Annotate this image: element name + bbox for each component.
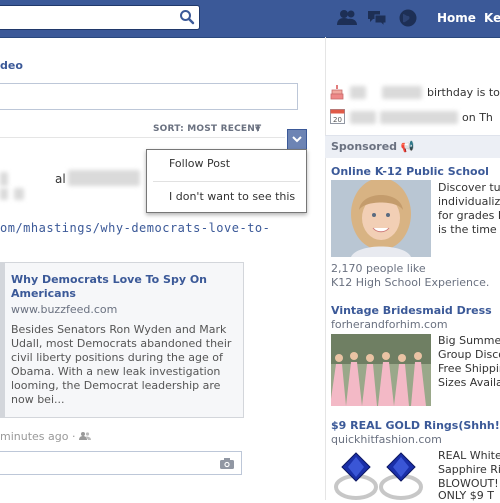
menu-item-follow-post[interactable]: Follow Post xyxy=(147,153,306,175)
blurred-text xyxy=(0,172,8,186)
ad-body-line: Sapphire Rin xyxy=(438,463,500,476)
status-composer-input[interactable] xyxy=(0,83,298,110)
ad-title[interactable]: $9 REAL GOLD Rings(Shhh!) xyxy=(331,419,500,432)
ad-body-line: Group Disco xyxy=(438,348,500,361)
ad-image-girl[interactable] xyxy=(331,180,431,257)
calendar-icon: 20 xyxy=(330,109,345,124)
menu-item-hide-story[interactable]: I don't want to see this xyxy=(147,186,306,208)
sponsored-label: Sponsored 📢 xyxy=(331,140,415,153)
megaphone-icon: 📢 xyxy=(400,140,415,153)
post-options-menu: Follow Post I don't want to see this xyxy=(146,149,307,213)
search-icon[interactable] xyxy=(179,9,195,25)
blurred-name xyxy=(350,86,366,99)
comment-input[interactable] xyxy=(0,451,242,475)
divider xyxy=(0,137,285,138)
ad-body-line: for grades K xyxy=(438,209,500,222)
composer-tab-video[interactable]: deo xyxy=(0,59,23,72)
sort-dropdown[interactable]: SORT: MOST RECENT xyxy=(153,124,261,134)
friends-audience-icon[interactable] xyxy=(78,431,91,441)
ad-title[interactable]: Vintage Bridesmaid Dress xyxy=(331,304,492,317)
birthday-cake-icon xyxy=(330,85,344,100)
post-timestamp[interactable]: minutes ago · xyxy=(0,430,91,443)
link-share-card[interactable]: Why Democrats Love To Spy On Americans w… xyxy=(0,262,244,418)
caret-down-icon[interactable]: ▼ xyxy=(255,125,260,133)
ad-image-rings[interactable] xyxy=(331,449,431,500)
ad-domain[interactable]: quickhitfashion.com xyxy=(331,433,442,446)
svg-text:20: 20 xyxy=(333,116,342,124)
ad-likes-line: K12 High School Experience. xyxy=(331,276,490,289)
ad-body-line: Discover tui xyxy=(438,181,500,194)
messages-icon[interactable] xyxy=(366,8,388,28)
ad-body-line: Big Summer xyxy=(438,334,500,347)
menu-separator xyxy=(153,181,300,182)
nav-profile-link[interactable]: Ke xyxy=(484,11,500,25)
blurred-name xyxy=(382,86,422,99)
ad-body-line: Free Shippin xyxy=(438,362,500,375)
blurred-text xyxy=(14,188,24,200)
ad-body-line: REAL White xyxy=(438,449,500,462)
blurred-name xyxy=(350,111,376,124)
card-edge xyxy=(1,263,5,417)
ad-likes-line: 2,170 people like xyxy=(331,262,426,275)
blurred-author-name xyxy=(68,170,140,186)
ad-body-line: is the time t xyxy=(438,223,500,236)
ad-domain[interactable]: forherandforhim.com xyxy=(331,318,448,331)
ad-body-line: individualiz xyxy=(438,195,500,208)
search-input[interactable] xyxy=(0,6,180,29)
post-options-button[interactable] xyxy=(287,129,307,150)
chevron-down-icon xyxy=(292,136,302,143)
nav-home-link[interactable]: Home xyxy=(437,11,476,25)
share-title[interactable]: Why Democrats Love To Spy On Americans xyxy=(11,273,239,301)
ad-body-line: ONLY $9 T xyxy=(438,489,494,502)
search-box[interactable] xyxy=(0,5,200,30)
notifications-globe-icon[interactable] xyxy=(397,8,419,28)
ad-image-bridesmaids[interactable] xyxy=(331,334,431,406)
camera-icon[interactable] xyxy=(219,457,235,470)
post-link[interactable]: om/mhastings/why-democrats-love-to- xyxy=(0,221,270,235)
share-description: Besides Senators Ron Wyden and Mark Udal… xyxy=(11,323,232,406)
share-domain: www.buzzfeed.com xyxy=(11,303,118,316)
blurred-event xyxy=(380,111,458,124)
event-reminder-text[interactable]: on Th xyxy=(462,111,493,124)
ad-title[interactable]: Online K-12 Public School xyxy=(331,165,489,178)
friend-requests-icon[interactable] xyxy=(336,8,358,28)
blurred-text xyxy=(0,188,8,200)
timestamp-text: minutes ago · xyxy=(0,430,76,443)
post-author-fragment: al xyxy=(55,172,66,186)
birthday-reminder-text[interactable]: birthday is to xyxy=(427,86,500,99)
sponsored-text: Sponsored xyxy=(331,140,398,153)
ad-body-line: Sizes Availa xyxy=(438,376,500,389)
